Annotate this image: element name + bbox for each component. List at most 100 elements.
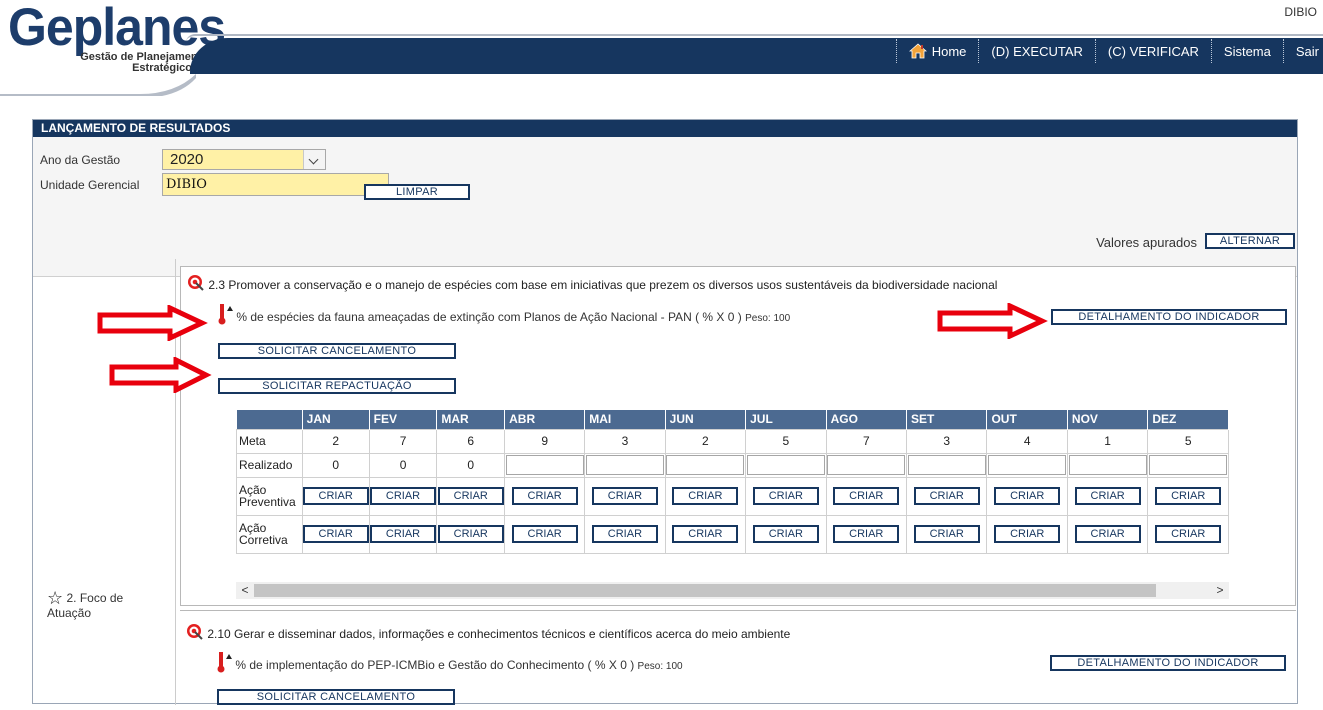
- criar-corretiva-button[interactable]: CRIAR: [437, 525, 504, 543]
- criar-preventiva-button[interactable]: CRIAR: [672, 487, 739, 505]
- criar-preventiva-button[interactable]: CRIAR: [913, 487, 980, 505]
- indicador2-line: % de implementação do PEP-ICMBio e Gestã…: [216, 651, 683, 673]
- horizontal-scrollbar[interactable]: < >: [236, 582, 1229, 599]
- acao-preventiva-label: Ação Preventiva: [236, 476, 303, 516]
- header: Geplanes Gestão de Planejamento Estratég…: [0, 0, 1323, 100]
- criar-preventiva-button[interactable]: CRIAR: [1074, 487, 1141, 505]
- realizado-cell: [906, 452, 988, 478]
- detalhamento-indicador-2-button[interactable]: DETALHAMENTO DO INDICADOR: [1050, 655, 1286, 671]
- month-header: SET: [906, 410, 988, 429]
- indicador2-text: % de implementação do PEP-ICMBio e Gestã…: [235, 658, 635, 672]
- acao-corretiva-cell: CRIAR: [664, 514, 747, 554]
- realizado-label: Realizado: [236, 452, 303, 478]
- criar-corretiva-button[interactable]: CRIAR: [1074, 525, 1141, 543]
- resultados-grid: JAN FEV MAR ABR MAI JUN JUL AGO SET OUT NOV DEZ Met…: [236, 410, 1229, 606]
- scroll-right-icon[interactable]: >: [1211, 582, 1229, 599]
- realizado-input[interactable]: [907, 455, 986, 475]
- nav-menu: Home (D) EXECUTAR (C) VERIFICAR Sistema …: [895, 38, 1323, 64]
- criar-corretiva-button[interactable]: CRIAR: [833, 525, 900, 543]
- red-arrow-icon: [97, 305, 208, 341]
- realizado-input[interactable]: [666, 455, 745, 475]
- acao-corretiva-cell: CRIAR: [1147, 514, 1229, 554]
- nav-verificar[interactable]: (C) VERIFICAR: [1096, 44, 1211, 59]
- month-header: DEZ: [1147, 410, 1229, 429]
- acao-preventiva-cell: CRIAR: [745, 476, 827, 516]
- criar-corretiva-button[interactable]: CRIAR: [511, 525, 578, 543]
- criar-preventiva-button[interactable]: CRIAR: [511, 487, 578, 505]
- criar-corretiva-button[interactable]: CRIAR: [1155, 525, 1222, 543]
- criar-preventiva-button[interactable]: CRIAR: [437, 487, 504, 505]
- realizado-cell: [745, 452, 827, 478]
- month-header: ABR: [504, 410, 586, 429]
- meta-label: Meta: [236, 428, 303, 454]
- objetivo-2-10: 2.10 Gerar e disseminar dados, informaçõ…: [180, 610, 1296, 710]
- content: ☆ 2. Foco de Atuação 2.3 Promover a cons…: [33, 259, 1297, 705]
- red-arrow-icon: [937, 303, 1048, 339]
- realizado-cell: [664, 452, 747, 478]
- valores-apurados-label: Valores apurados: [1096, 235, 1197, 250]
- realizado-input[interactable]: [505, 455, 584, 475]
- acao-preventiva-cell: CRIAR: [1147, 476, 1229, 516]
- criar-preventiva-button[interactable]: CRIAR: [833, 487, 900, 505]
- meta-cell: 5: [745, 428, 827, 454]
- nav-sistema-label: Sistema: [1223, 43, 1271, 59]
- criar-preventiva-button[interactable]: CRIAR: [370, 487, 437, 505]
- nav-sair[interactable]: Sair: [1284, 44, 1323, 59]
- indicador-peso: Peso: 100: [745, 313, 791, 324]
- month-header: FEV: [369, 410, 438, 429]
- objetivo-title-text: 2.3 Promover a conservação e o manejo de…: [208, 278, 998, 292]
- criar-corretiva-button[interactable]: CRIAR: [913, 525, 980, 543]
- criar-preventiva-button[interactable]: CRIAR: [752, 487, 819, 505]
- acao-corretiva-cell: CRIAR: [436, 514, 506, 554]
- criar-corretiva-button[interactable]: CRIAR: [591, 525, 658, 543]
- acao-preventiva-cell: CRIAR: [986, 476, 1068, 516]
- thermometer-icon: [218, 304, 233, 325]
- filters: Ano da Gestão 2020 Unidade Gerencial DIB…: [33, 137, 1297, 277]
- nav-executar[interactable]: (D) EXECUTAR: [979, 44, 1094, 59]
- solicitar-cancelamento-button[interactable]: SOLICITAR CANCELAMENTO: [218, 343, 456, 359]
- objetivo2-title: 2.10 Gerar e disseminar dados, informaçõ…: [186, 623, 790, 641]
- criar-preventiva-button[interactable]: CRIAR: [1155, 487, 1222, 505]
- meta-cell: 2: [301, 428, 370, 454]
- criar-corretiva-button[interactable]: CRIAR: [672, 525, 739, 543]
- criar-preventiva-button[interactable]: CRIAR: [302, 487, 369, 505]
- realizado-input[interactable]: [827, 455, 906, 475]
- target-icon: [188, 275, 204, 291]
- criar-corretiva-button[interactable]: CRIAR: [994, 525, 1061, 543]
- logged-user: DIBIO: [1284, 5, 1317, 19]
- acao-corretiva-cell: CRIAR: [504, 514, 586, 554]
- meta-cell: 5: [1147, 428, 1229, 454]
- alternar-button[interactable]: ALTERNAR: [1205, 233, 1295, 249]
- month-header: OUT: [986, 410, 1068, 429]
- realizado-input[interactable]: [746, 455, 825, 475]
- criar-preventiva-button[interactable]: CRIAR: [591, 487, 658, 505]
- criar-preventiva-button[interactable]: CRIAR: [994, 487, 1061, 505]
- solicitar-cancelamento-2-button[interactable]: SOLICITAR CANCELAMENTO: [217, 689, 455, 705]
- realizado-input[interactable]: [1149, 455, 1228, 475]
- realizado-input[interactable]: [1068, 455, 1147, 475]
- nav-sistema[interactable]: Sistema: [1212, 44, 1283, 59]
- ano-select[interactable]: 2020: [162, 149, 326, 170]
- realizado-input[interactable]: [988, 455, 1067, 475]
- limpar-button[interactable]: LIMPAR: [364, 184, 470, 200]
- criar-corretiva-button[interactable]: CRIAR: [302, 525, 369, 543]
- scroll-thumb[interactable]: [254, 584, 1156, 597]
- unidade-input[interactable]: DIBIO: [162, 173, 389, 196]
- realizado-input[interactable]: [585, 455, 664, 475]
- month-header: MAR: [436, 410, 506, 429]
- chevron-down-icon[interactable]: [303, 150, 325, 169]
- logo-swoosh-icon: [0, 74, 196, 96]
- realizado-cell: [1066, 452, 1149, 478]
- nav-home[interactable]: Home: [897, 43, 979, 59]
- nav-sair-label: Sair: [1295, 43, 1319, 59]
- star-icon: ☆: [47, 588, 64, 608]
- criar-corretiva-button[interactable]: CRIAR: [752, 525, 819, 543]
- detalhamento-indicador-button[interactable]: DETALHAMENTO DO INDICADOR: [1051, 309, 1287, 325]
- criar-corretiva-button[interactable]: CRIAR: [370, 525, 437, 543]
- solicitar-repactuacao-button[interactable]: SOLICITAR REPACTUAÇÃO: [218, 378, 456, 394]
- indicador-text: % de espécies da fauna ameaçadas de exti…: [236, 310, 742, 324]
- scroll-left-icon[interactable]: <: [236, 582, 254, 599]
- objetivo2-title-text: 2.10 Gerar e disseminar dados, informaçõ…: [207, 627, 791, 641]
- realizado-cell: [584, 452, 666, 478]
- month-header: AGO: [826, 410, 908, 429]
